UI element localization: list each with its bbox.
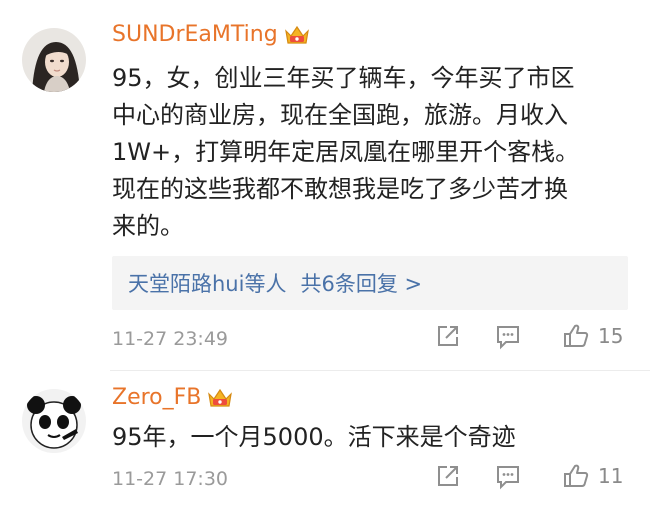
- comment-item: SUNDrEaMTing 95，女，创业三年买了辆车，今年买了市区 中心的商业房…: [0, 0, 650, 370]
- avatar[interactable]: [22, 28, 86, 92]
- timestamp: 11-27 17:30: [112, 468, 229, 490]
- comment-line: 95，女，创业三年买了辆车，今年买了市区: [112, 64, 575, 92]
- username[interactable]: Zero_FB: [112, 385, 233, 410]
- username[interactable]: SUNDrEaMTing: [112, 22, 310, 47]
- action-bar: 11: [434, 462, 623, 490]
- thumbs-up-icon[interactable]: [562, 322, 590, 350]
- comment-line: 95年，一个月5000。活下来是个奇迹: [112, 423, 516, 451]
- comment-icon[interactable]: [494, 322, 522, 350]
- username-text[interactable]: Zero_FB: [112, 385, 201, 410]
- comment-line: 1W+，打算明年定居凤凰在哪里开个客栈。: [112, 138, 580, 166]
- reply-count-link[interactable]: 共6条回复 >: [300, 268, 422, 298]
- share-icon[interactable]: [434, 322, 462, 350]
- comment-line: 现在的这些我都不敢想我是吃了多少苦才换: [112, 175, 568, 203]
- timestamp: 11-27 23:49: [112, 328, 229, 350]
- like-button[interactable]: 15: [562, 322, 623, 350]
- like-count: 11: [598, 464, 624, 488]
- share-icon[interactable]: [434, 462, 462, 490]
- comment-line: 来的。: [112, 212, 184, 240]
- thumbs-up-icon[interactable]: [562, 462, 590, 490]
- avatar[interactable]: [22, 389, 86, 453]
- comment-item: Zero_FB 95年，一个月5000。活下来是个奇迹 11-27 17:30: [0, 370, 650, 508]
- crown-badge-icon: [207, 386, 233, 410]
- like-button[interactable]: 11: [562, 462, 623, 490]
- comment-text: 95年，一个月5000。活下来是个奇迹: [112, 419, 632, 456]
- comment-icon[interactable]: [494, 462, 522, 490]
- replies-preview[interactable]: 天堂陌路hui等人 共6条回复 >: [112, 256, 628, 310]
- action-bar: 15: [434, 322, 623, 350]
- comment-text: 95，女，创业三年买了辆车，今年买了市区 中心的商业房，现在全国跑，旅游。月收入…: [112, 60, 632, 245]
- username-text[interactable]: SUNDrEaMTing: [112, 22, 278, 47]
- reply-authors[interactable]: 天堂陌路hui等人: [128, 268, 286, 298]
- comment-line: 中心的商业房，现在全国跑，旅游。月收入: [112, 101, 568, 129]
- crown-badge-icon: [284, 23, 310, 47]
- like-count: 15: [598, 324, 624, 348]
